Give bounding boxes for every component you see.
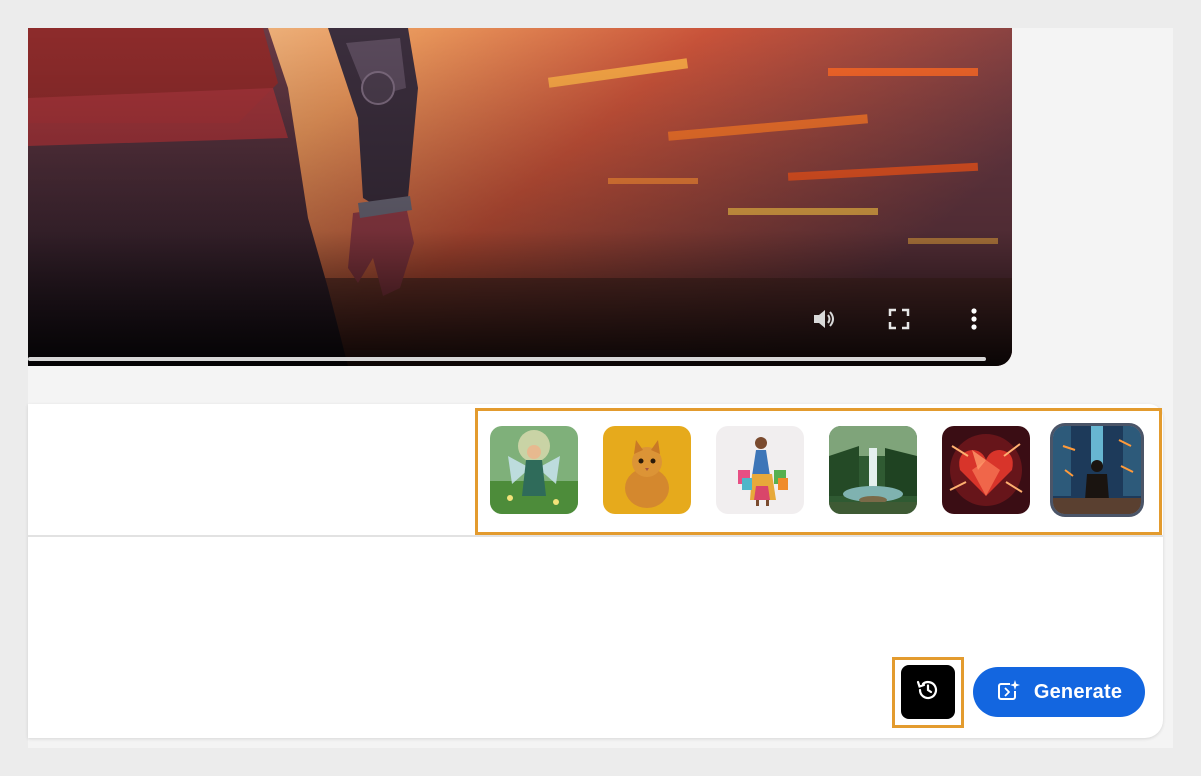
- history-icon: [915, 677, 941, 708]
- video-progress-bar[interactable]: [28, 357, 986, 361]
- sample-thumbnail-waterfall[interactable]: [829, 426, 917, 514]
- sparkle-video-icon: [996, 678, 1022, 707]
- fullscreen-icon[interactable]: [884, 304, 914, 334]
- history-button[interactable]: [901, 665, 955, 719]
- generate-label: Generate: [1033, 680, 1123, 703]
- panel-divider: [28, 535, 1163, 537]
- video-player[interactable]: [28, 28, 1012, 366]
- generate-button[interactable]: Generate: [973, 667, 1145, 717]
- sample-thumbnail-cat[interactable]: [603, 426, 691, 514]
- sample-thumbnail-hero[interactable]: [1053, 426, 1141, 514]
- sample-thumbnail-shopping[interactable]: [716, 426, 804, 514]
- video-frame: [28, 28, 1012, 366]
- sample-thumbnail-heart[interactable]: [942, 426, 1030, 514]
- volume-icon[interactable]: [809, 304, 839, 334]
- sample-thumbnail-fairy[interactable]: [490, 426, 578, 514]
- more-vertical-icon[interactable]: [959, 304, 989, 334]
